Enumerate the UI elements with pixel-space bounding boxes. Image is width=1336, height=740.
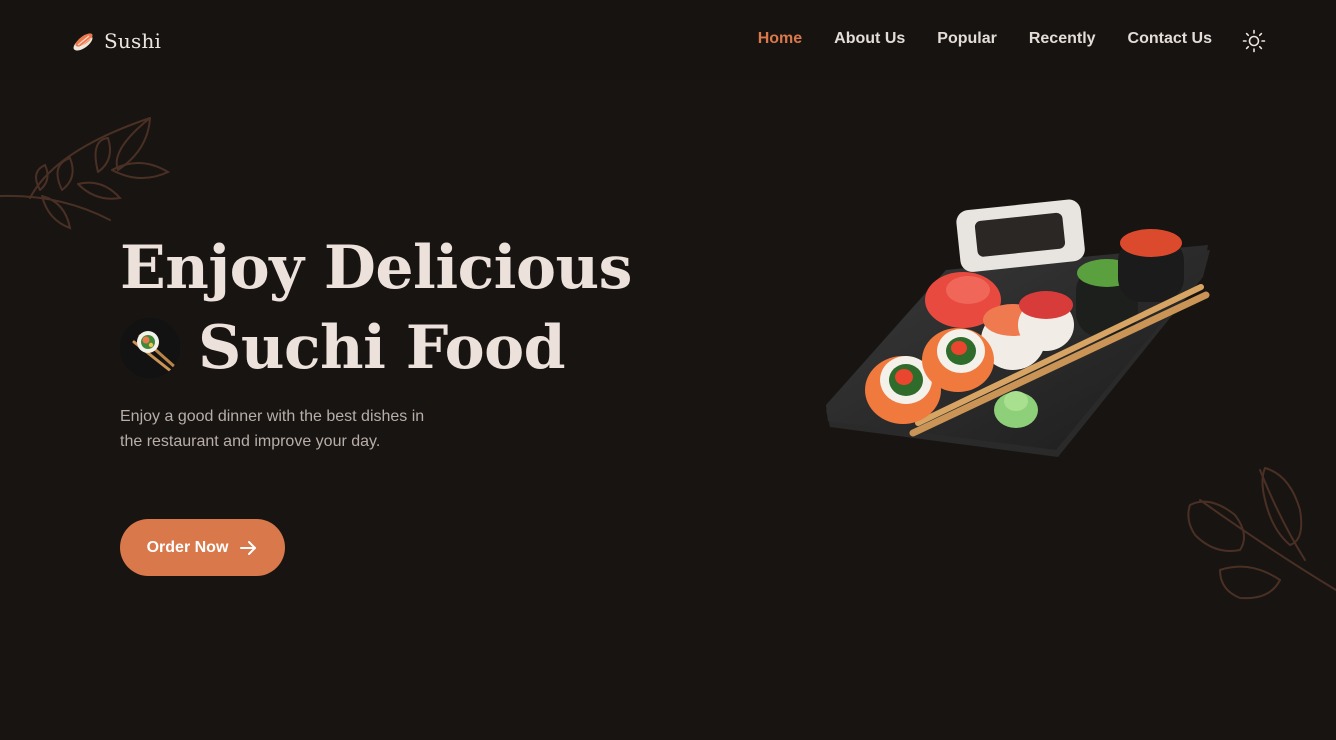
hero-title-line1: Enjoy Delicious: [120, 233, 632, 303]
nav-recently[interactable]: Recently: [1029, 30, 1096, 48]
nav-popular[interactable]: Popular: [937, 30, 997, 48]
logo[interactable]: Sushi: [70, 26, 161, 56]
leaf-decoration-icon: [1187, 467, 1336, 600]
hero-title-line2-text: Suchi Food: [198, 313, 566, 383]
sushi-logo-icon: [73, 33, 93, 51]
main-nav: Home About Us Popular Recently Contact U…: [758, 30, 1212, 48]
sun-icon[interactable]: [1242, 29, 1266, 53]
logo-text: Sushi: [104, 29, 162, 53]
sushi-chopsticks-icon: [120, 318, 180, 378]
leaf-decoration-icon: [0, 117, 171, 230]
order-now-button[interactable]: Order Now: [120, 519, 285, 576]
hero-description: Enjoy a good dinner with the best dishes…: [120, 408, 425, 450]
nav-about-us[interactable]: About Us: [834, 30, 905, 48]
order-now-label: Order Now: [146, 538, 229, 556]
nav-contact-us[interactable]: Contact Us: [1128, 30, 1212, 48]
hero-title: Enjoy Delicious Suchi Food: [120, 228, 632, 388]
arrow-right-icon: [240, 540, 257, 555]
site-header: Sushi Home About Us Popular Recently Con…: [0, 0, 1336, 80]
sushi-plate-image: [826, 199, 1210, 457]
hero-title-line2: Suchi Food: [120, 308, 632, 388]
nav-home[interactable]: Home: [758, 30, 802, 48]
